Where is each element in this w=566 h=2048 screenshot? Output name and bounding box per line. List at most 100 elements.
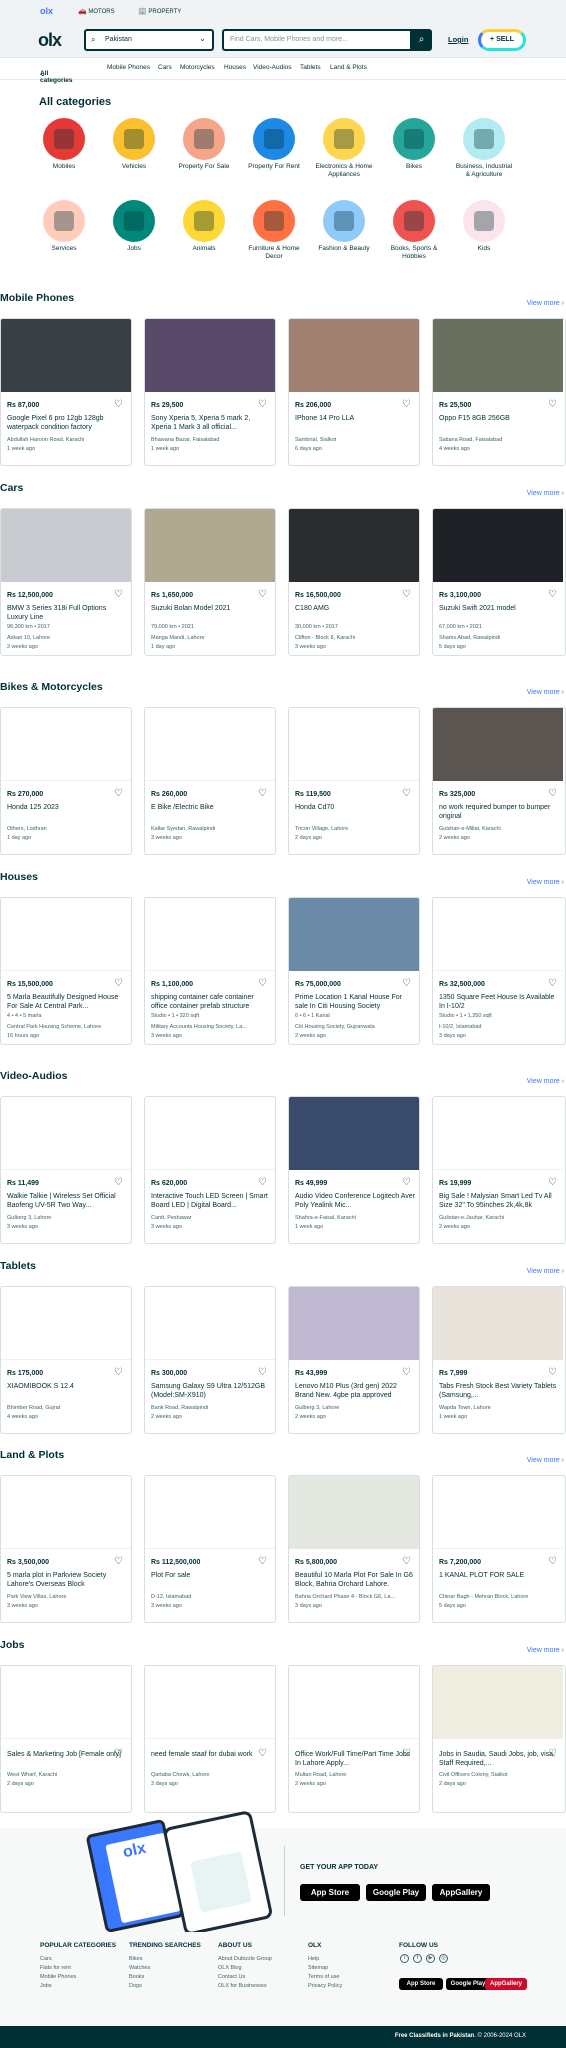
view-more-link[interactable]: View more › [527,1457,564,1464]
favorite-heart-icon[interactable]: ♡ [114,590,124,600]
listing-image[interactable] [289,319,419,392]
category-jobs[interactable]: Jobs [104,200,164,253]
footer-link[interactable]: Jobs [40,1982,116,1991]
youtube-icon[interactable]: ▶ [426,1954,435,1963]
listing-image[interactable] [1,509,131,582]
listing-image[interactable] [1,319,131,392]
listing-card[interactable]: ♡ Sales & Marketing Job [Female only] West… [0,1665,132,1813]
listing-card[interactable]: Rs 620,000 ♡ Interactive Touch LED Screen … [144,1096,276,1244]
favorite-heart-icon[interactable]: ♡ [402,789,412,799]
footer-link[interactable]: Watches [129,1964,201,1973]
listing-card[interactable]: Rs 16,500,000 ♡ C180 AMG 30,000 km • 2017 Cl… [288,508,420,656]
listing-card[interactable]: Rs 43,999 ♡ Lenovo M10 Plus (3rd gen) 2022… [288,1286,420,1434]
footer-link[interactable]: OLX for Businesses [218,1982,272,1991]
footer-link[interactable]: Mobile Phones [40,1973,116,1982]
footer-google-play-badge[interactable]: Google Play [446,1978,490,1990]
listing-card[interactable]: Rs 5,800,000 ♡ Beautiful 10 Marla Plot For… [288,1475,420,1623]
favorite-heart-icon[interactable]: ♡ [114,979,124,989]
listing-card[interactable]: Rs 87,000 ♡ Google Pixel 6 pro 12gb 128gb … [0,318,132,466]
listing-image[interactable] [433,708,563,781]
category-services[interactable]: Services [34,200,94,253]
listing-card[interactable]: Rs 3,100,000 ♡ Suzuki Swift 2021 model 67,0… [432,508,566,656]
footer-link[interactable]: Help [308,1955,342,1964]
listing-card[interactable]: Rs 300,000 ♡ Samsung Galaxy S9 Ultra 12/51… [144,1286,276,1434]
listing-image[interactable] [145,1476,275,1549]
motors-link[interactable]: 🚗 MOTORS [78,7,115,15]
listing-image[interactable] [433,319,563,392]
property-link[interactable]: 🏢 PROPERTY [138,7,181,15]
favorite-heart-icon[interactable]: ♡ [402,1178,412,1188]
category-kids[interactable]: Kids [454,200,514,253]
listing-card[interactable]: Rs 15,500,000 ♡ 5 Marla Beautifully Design… [0,897,132,1045]
listing-card[interactable]: Rs 206,000 ♡ IPhone 14 Pro LLA Sambrial, Si… [288,318,420,466]
listing-card[interactable]: ♡ Jobs in Saudia, Saudi Jobs, job, visa, … [432,1665,566,1813]
listing-card[interactable]: Rs 325,000 ♡ no work required bumper to bu… [432,707,566,855]
footer-link[interactable]: Contact Us [218,1973,272,1982]
footer-link[interactable]: Cars [40,1955,116,1964]
catnav-item-land-plots[interactable]: Land & Plots [330,64,367,71]
favorite-heart-icon[interactable]: ♡ [114,1178,124,1188]
listing-card[interactable]: Rs 7,999 ♡ Tabs Fresh Stock Best Variety T… [432,1286,566,1434]
footer-app-store-badge[interactable]: App Store [399,1978,443,1990]
footer-link[interactable]: Books [129,1973,201,1982]
footer-link[interactable]: About Dubizzle Group [218,1955,272,1964]
facebook-icon[interactable]: f [413,1954,422,1963]
listing-card[interactable]: Rs 7,200,000 ♡ 1 KANAL PLOT FOR SALE Chinar… [432,1475,566,1623]
favorite-heart-icon[interactable]: ♡ [258,789,268,799]
category-animals[interactable]: Animals [174,200,234,253]
view-more-link[interactable]: View more › [527,1078,564,1085]
favorite-heart-icon[interactable]: ♡ [114,789,124,799]
listing-card[interactable]: Rs 32,500,000 ♡ 1350 Square Feet House Is … [432,897,566,1045]
view-more-link[interactable]: View more › [527,689,564,696]
favorite-heart-icon[interactable]: ♡ [258,400,268,410]
listing-image[interactable] [289,1287,419,1360]
category-property-for-rent[interactable]: Property For Rent [244,118,304,171]
category-electronics-home-appliances[interactable]: Electronics & Home Appliances [314,118,374,179]
listing-image[interactable] [289,1666,419,1739]
listing-image[interactable] [1,708,131,781]
listing-card[interactable]: Rs 260,000 ♡ E Bike /Electric Bike Kallar S… [144,707,276,855]
catnav-item-houses[interactable]: Houses [224,64,246,71]
favorite-heart-icon[interactable]: ♡ [114,1557,124,1567]
favorite-heart-icon[interactable]: ♡ [402,590,412,600]
listing-card[interactable]: ♡ need female staaf for dubai work Qartaba… [144,1665,276,1813]
listing-image[interactable] [289,1097,419,1170]
favorite-heart-icon[interactable]: ♡ [258,1368,268,1378]
location-select[interactable]: ⌕ Pakistan ⌄ [84,29,214,51]
listing-image[interactable] [145,1287,275,1360]
category-books-sports-hobbies[interactable]: Books, Sports & Hobbies [384,200,444,261]
favorite-heart-icon[interactable]: ♡ [402,1557,412,1567]
favorite-heart-icon[interactable]: ♡ [402,979,412,989]
view-more-link[interactable]: View more › [527,300,564,307]
listing-card[interactable]: Rs 270,000 ♡ Honda 125 2023 Others, Lodhran… [0,707,132,855]
listing-card[interactable]: Rs 3,500,000 ♡ 5 marla plot in Parkview So… [0,1475,132,1623]
catnav-item-tablets[interactable]: Tablets [300,64,321,71]
listing-image[interactable] [145,319,275,392]
category-fashion-beauty[interactable]: Fashion & Beauty [314,200,374,253]
catnav-item-video-audios[interactable]: Video-Audios [253,64,292,71]
search-input[interactable]: Find Cars, Mobile Phones and more... [222,29,412,51]
view-more-link[interactable]: View more › [527,1647,564,1654]
listing-card[interactable]: Rs 29,500 ♡ Sony Xperia 5, Xperia 5 mark 2… [144,318,276,466]
google-play-badge[interactable]: Google Play [366,1884,426,1901]
listing-image[interactable] [145,708,275,781]
category-furniture-home-decor[interactable]: Furniture & Home Decor [244,200,304,261]
favorite-heart-icon[interactable]: ♡ [402,1368,412,1378]
category-business-industrial-agriculture[interactable]: Business, Industrial & Agriculture [454,118,514,179]
listing-image[interactable] [1,898,131,971]
app-gallery-badge[interactable]: AppGallery [432,1884,490,1901]
listing-card[interactable]: Rs 11,499 ♡ Walkie Talkie | Wireless Set O… [0,1096,132,1244]
catnav-item-motorcycles[interactable]: Motorcycles [180,64,215,71]
listing-image[interactable] [145,1097,275,1170]
listing-card[interactable]: Rs 75,000,000 ♡ Prime Location 1 Kanal Hou… [288,897,420,1045]
listing-image[interactable] [1,1097,131,1170]
category-mobiles[interactable]: Mobiles [34,118,94,171]
view-more-link[interactable]: View more › [527,1268,564,1275]
listing-card[interactable]: Rs 19,999 ♡ Big Sale ! Malysian Smart Led … [432,1096,566,1244]
listing-image[interactable] [289,509,419,582]
favorite-heart-icon[interactable]: ♡ [114,400,124,410]
footer-app-gallery-badge[interactable]: AppGallery [485,1978,527,1990]
footer-link[interactable]: OLX Blog [218,1964,272,1973]
favorite-heart-icon[interactable]: ♡ [258,979,268,989]
listing-card[interactable]: Rs 1,650,000 ♡ Suzuki Bolan Model 2021 79,0… [144,508,276,656]
